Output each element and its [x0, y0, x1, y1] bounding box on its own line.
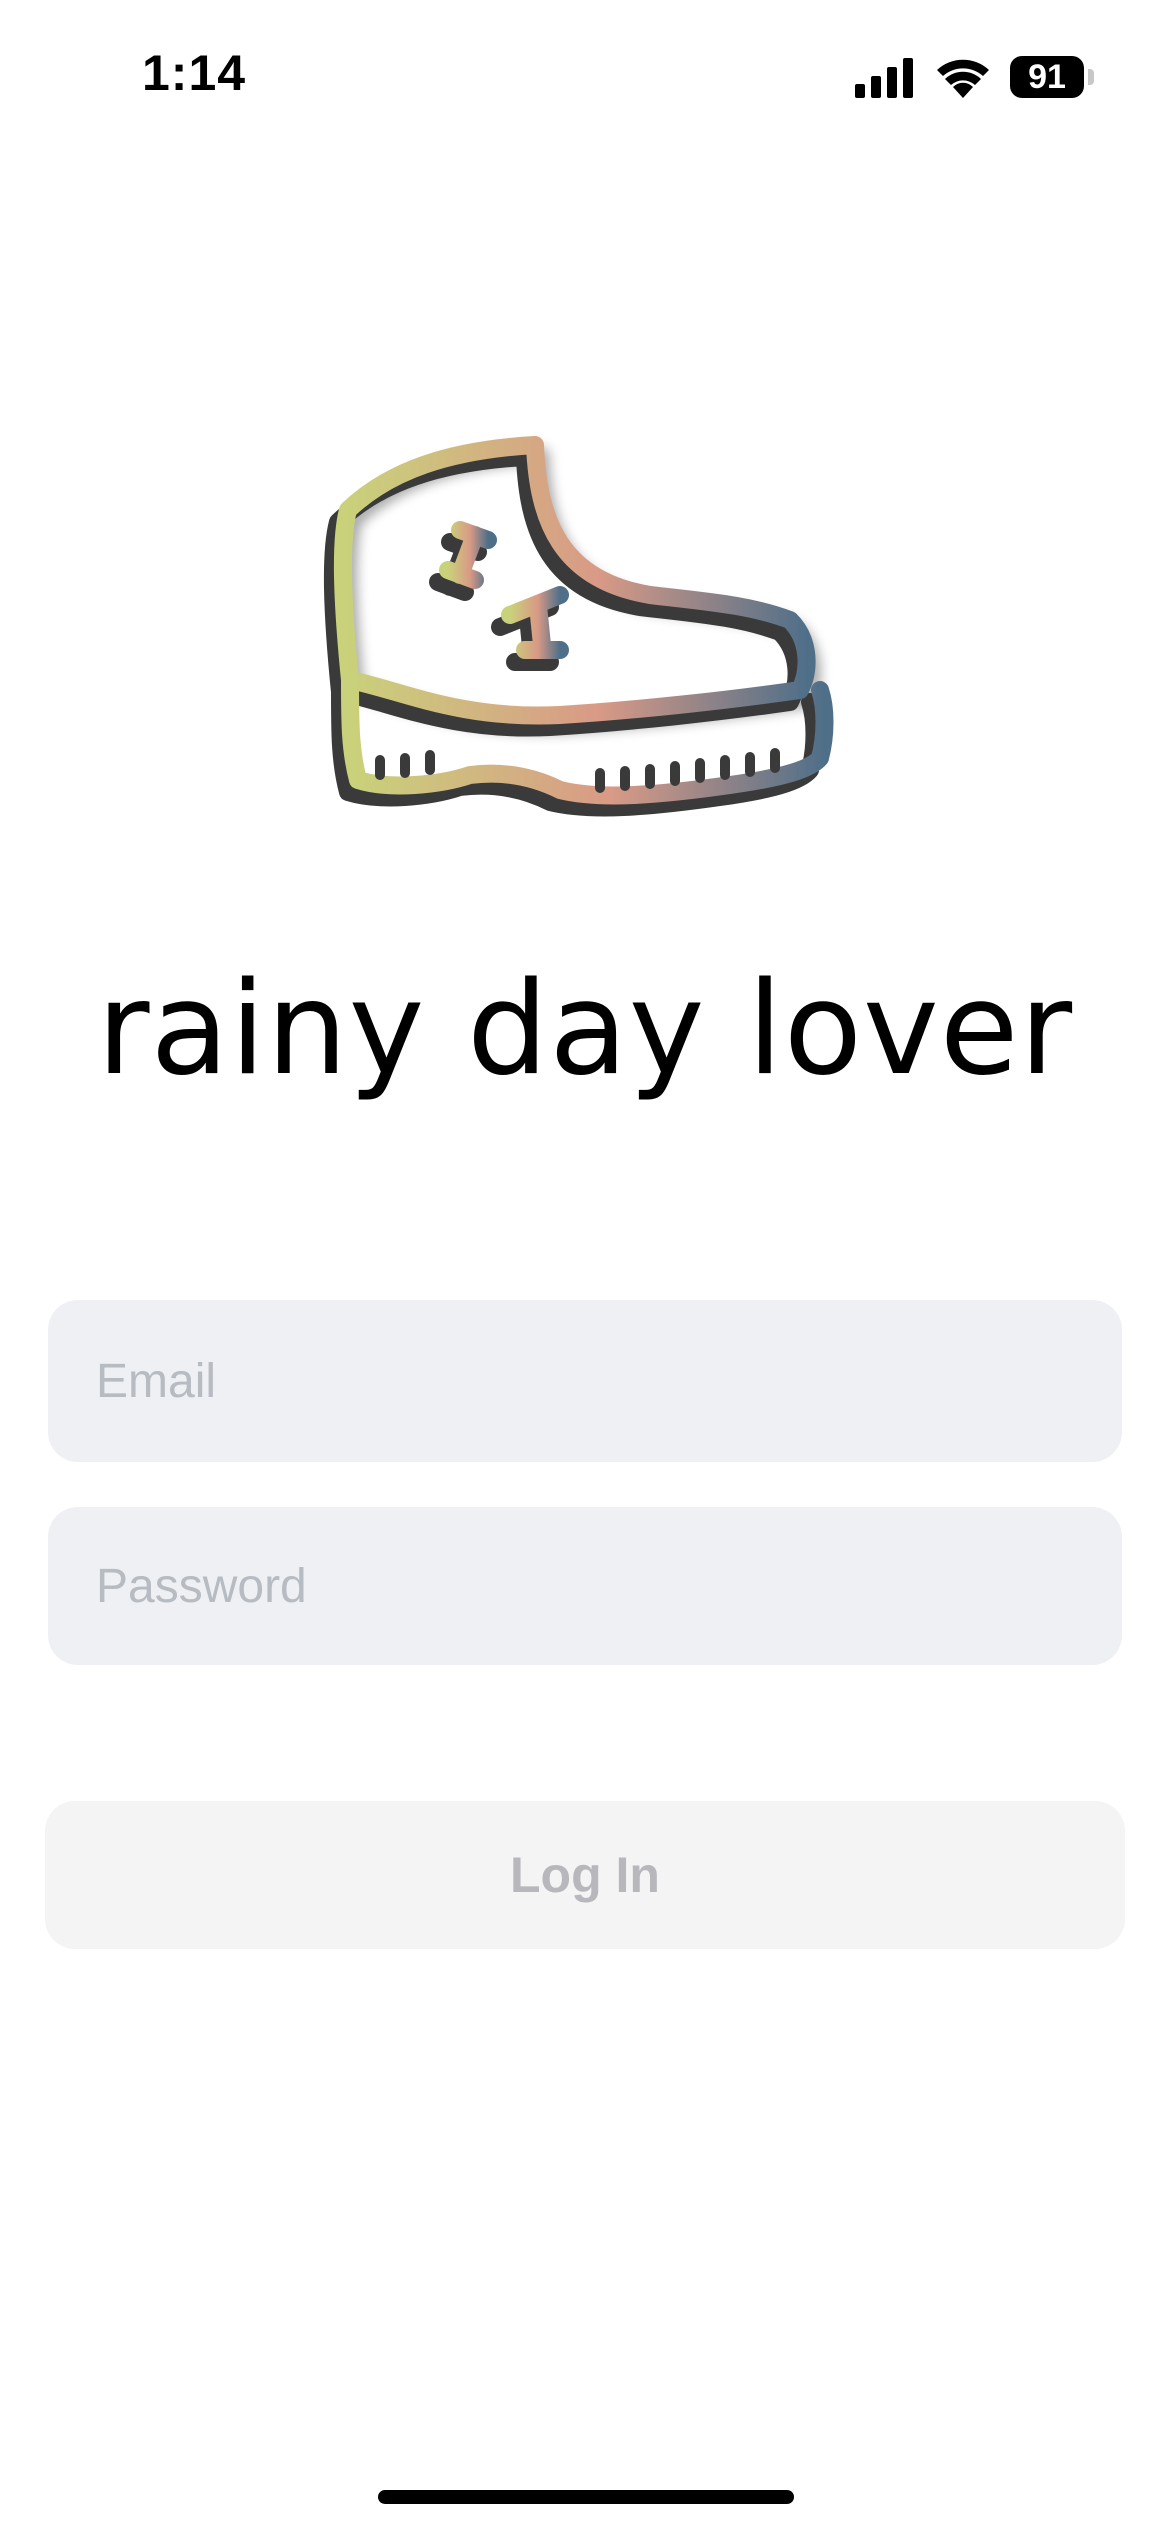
- login-screen: 1:14 91 rainy day lover Email Log In: [0, 0, 1170, 2532]
- email-field[interactable]: [48, 1300, 1122, 1462]
- battery-cap: [1088, 69, 1094, 85]
- app-title: rainy day lover: [96, 955, 1074, 1104]
- signal-icon: [855, 58, 913, 98]
- battery-icon: 91: [1010, 56, 1094, 98]
- wifi-icon: [937, 59, 989, 98]
- boot-icon: [323, 436, 834, 817]
- password-field[interactable]: [48, 1507, 1122, 1665]
- battery-level: 91: [1010, 56, 1084, 98]
- status-time: 1:14: [142, 45, 247, 101]
- status-bar: 1:14 91: [0, 0, 1170, 150]
- home-indicator[interactable]: [378, 2490, 794, 2504]
- login-button[interactable]: Log In: [45, 1801, 1125, 1949]
